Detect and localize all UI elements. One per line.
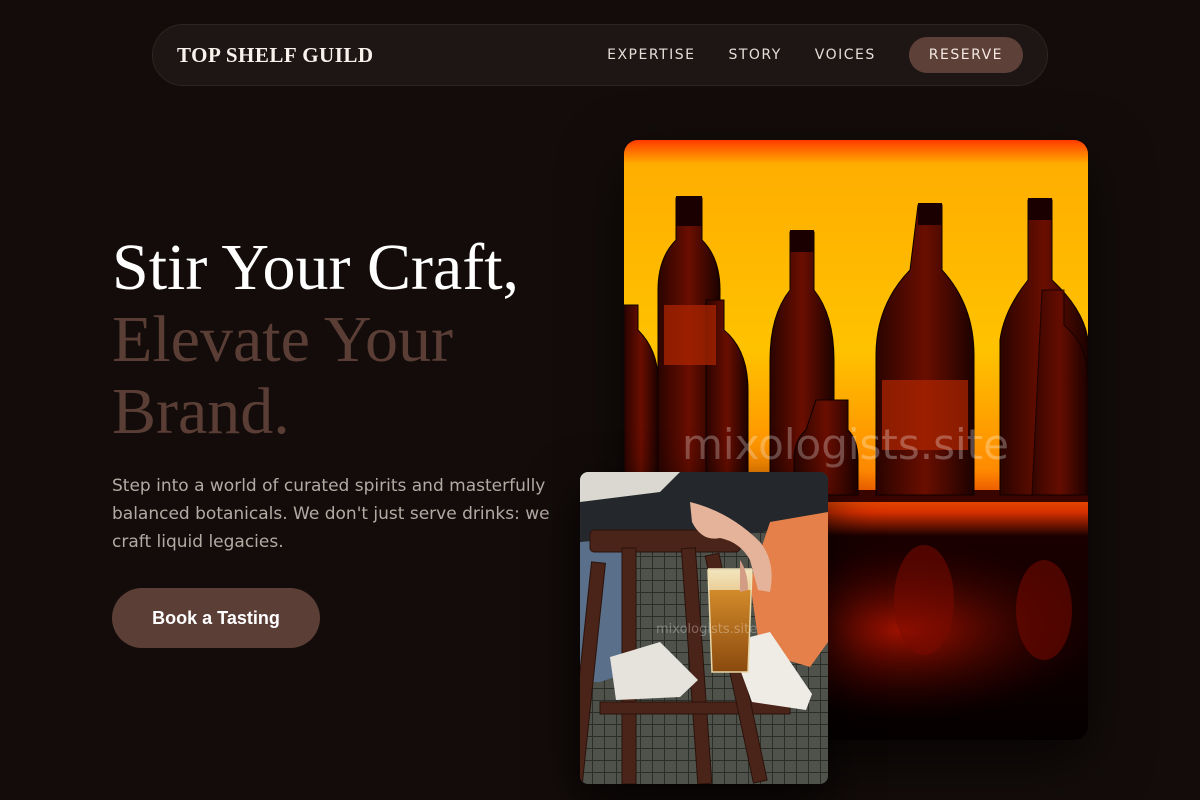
headline-line-3: Brand. <box>112 375 290 448</box>
top-nav: TOP SHELF GUILD EXPERTISE STORY VOICES R… <box>152 24 1048 86</box>
nav-links: EXPERTISE STORY VOICES RESERVE <box>574 37 1023 73</box>
watermark-text-small: mixologists.site <box>656 622 758 637</box>
watermark-text: mixologists.site <box>682 420 1009 469</box>
hero-lead-text: Step into a world of curated spirits and… <box>112 476 550 552</box>
nav-link-story[interactable]: STORY <box>728 47 781 63</box>
brand-logo[interactable]: TOP SHELF GUILD <box>177 43 374 68</box>
headline-line-2: Elevate Your <box>112 303 453 376</box>
nav-link-expertise[interactable]: EXPERTISE <box>607 47 695 63</box>
headline-line-1: Stir Your Craft, <box>112 231 520 304</box>
hero-headline: Stir Your Craft, Elevate Your Brand. <box>112 232 519 448</box>
nav-link-voices[interactable]: VOICES <box>815 47 876 63</box>
book-tasting-button[interactable]: Book a Tasting <box>112 588 320 648</box>
reserve-button[interactable]: RESERVE <box>908 37 1023 73</box>
